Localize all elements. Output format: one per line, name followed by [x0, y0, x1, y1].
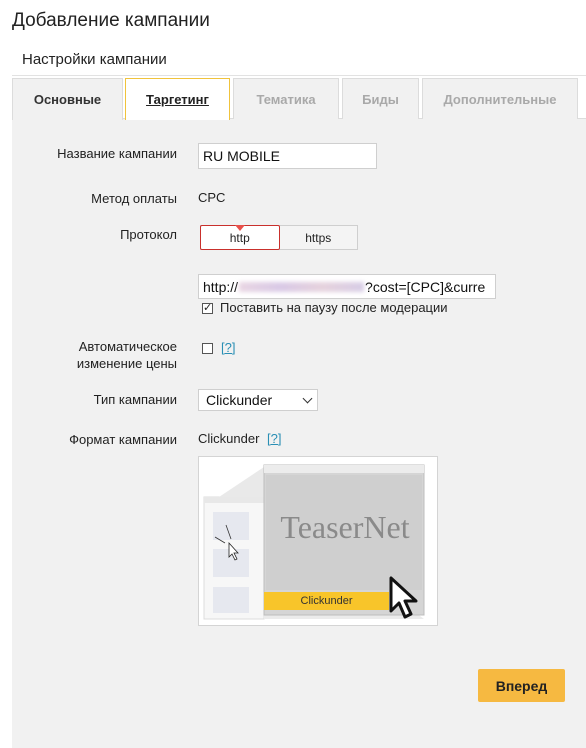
- selected-marker-icon: [234, 225, 245, 231]
- url-suffix: ?cost=[CPC]&curre: [365, 278, 486, 295]
- auto-price-checkbox[interactable]: [202, 343, 213, 354]
- auto-price-label: Автоматическое изменение цены: [12, 338, 177, 372]
- protocol-label: Протокол: [120, 227, 177, 242]
- pause-checkbox-label: Поставить на паузу после модерации: [220, 300, 448, 315]
- tab-label: Таргетинг: [146, 92, 209, 107]
- chevron-down-icon: [302, 393, 313, 404]
- campaign-name-input[interactable]: [198, 143, 377, 169]
- payment-method-value: CPC: [198, 190, 226, 205]
- protocol-toggle[interactable]: http https: [200, 225, 358, 250]
- campaign-format-label: Формат кампании: [69, 432, 177, 447]
- tab-label: Биды: [362, 91, 399, 107]
- tab-label: Основные: [33, 92, 102, 107]
- campaign-type-label: Тип кампании: [93, 392, 177, 407]
- section-divider: [12, 75, 586, 76]
- protocol-option-https[interactable]: https: [280, 226, 358, 249]
- url-blurred-domain: [239, 281, 365, 292]
- tab-additional[interactable]: Дополнительные: [422, 78, 578, 119]
- campaign-format-preview: TeaserNet Clickunder: [198, 456, 438, 626]
- auto-price-label-line2: изменение цены: [76, 356, 177, 371]
- campaign-format-value: Clickunder: [198, 431, 260, 446]
- page-title: Добавление кампании: [12, 10, 210, 31]
- tab-topics[interactable]: Тематика: [233, 78, 339, 119]
- protocol-option-label: http: [229, 230, 250, 245]
- campaign-type-value: Clickunder: [206, 392, 273, 408]
- payment-method-label: Метод оплаты: [91, 191, 177, 206]
- url-input[interactable]: http:// ?cost=[CPC]&curre: [198, 274, 496, 299]
- auto-price-label-line1: Автоматическое: [78, 339, 177, 354]
- tab-targeting[interactable]: Таргетинг: [125, 78, 230, 120]
- url-prefix: http://: [203, 278, 239, 295]
- protocol-option-label: https: [305, 230, 332, 245]
- next-button[interactable]: Вперед: [478, 669, 565, 702]
- section-title: Настройки кампании: [22, 51, 167, 68]
- auto-price-help-link[interactable]: [?]: [221, 340, 235, 355]
- tab-bids[interactable]: Биды: [342, 78, 419, 119]
- protocol-option-http[interactable]: http: [200, 225, 280, 250]
- preview-brand-logo: TeaserNet: [280, 509, 410, 545]
- campaign-format-help-link[interactable]: [?]: [267, 431, 281, 446]
- pause-checkbox[interactable]: [202, 301, 213, 314]
- tab-label: Тематика: [256, 91, 316, 107]
- tab-label: Дополнительные: [443, 91, 557, 107]
- tab-main[interactable]: Основные: [12, 78, 123, 120]
- preview-button-label: Clickunder: [300, 595, 353, 607]
- cursor-icon: [389, 576, 418, 619]
- campaign-type-select[interactable]: Clickunder: [198, 389, 318, 411]
- campaign-name-label: Название кампании: [57, 146, 177, 161]
